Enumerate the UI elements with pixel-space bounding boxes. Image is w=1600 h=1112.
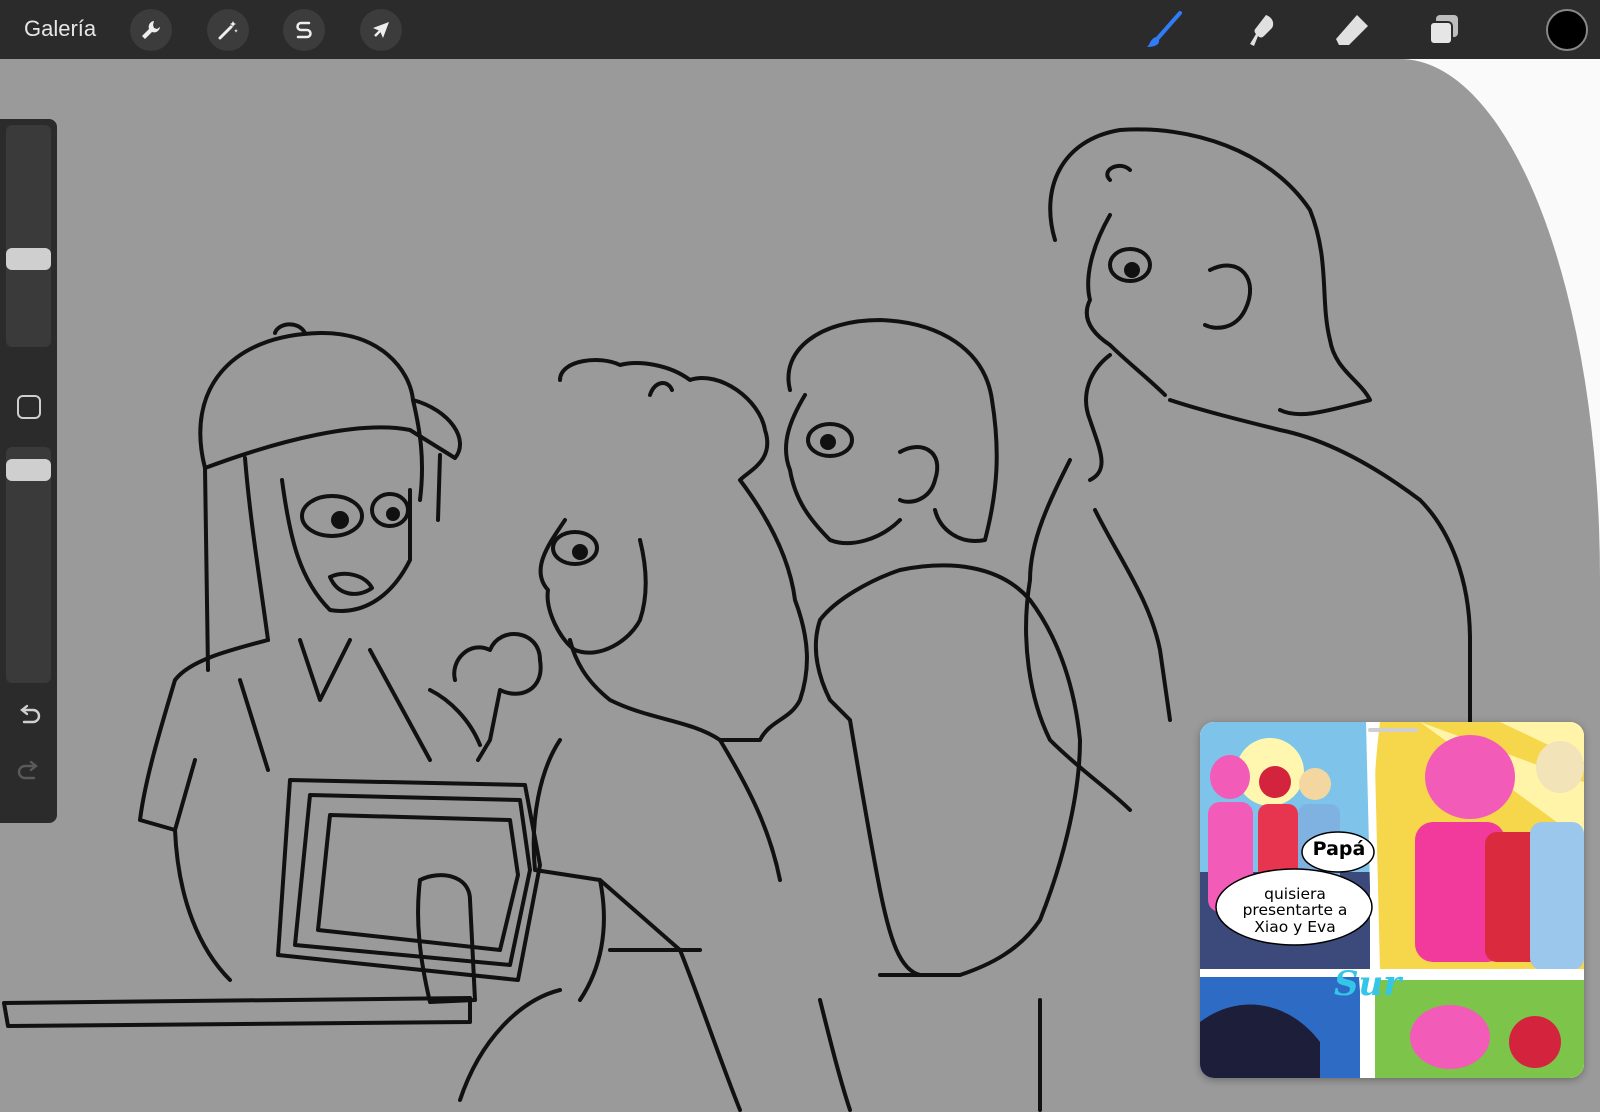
opacity-thumb[interactable] [6, 459, 51, 481]
counter-line [2, 996, 472, 1028]
eraser-tool-button[interactable] [1330, 8, 1374, 52]
adjustments-button[interactable] [207, 9, 249, 51]
selection-button[interactable] [283, 9, 325, 51]
cashier-hand [452, 632, 543, 762]
layers-icon [1429, 15, 1458, 45]
wrench-icon [142, 21, 160, 39]
brush-icon [1147, 11, 1182, 47]
arrow-cursor-icon [373, 22, 389, 38]
reference-window[interactable]: Papá quisiera presentarte a Xiao y Eva S… [1200, 722, 1584, 1078]
man-hair [786, 318, 999, 543]
man-face [783, 393, 902, 546]
transform-button[interactable] [360, 9, 402, 51]
opacity-slider[interactable] [6, 447, 51, 683]
redo-icon[interactable] [16, 759, 42, 785]
modify-square-icon[interactable] [17, 395, 41, 419]
brush-size-thumb[interactable] [6, 248, 51, 270]
speech-bubble-1: Papá [1312, 838, 1366, 860]
left-sidebar [0, 119, 57, 823]
magic-wand-icon [218, 21, 238, 40]
undo-icon[interactable] [16, 703, 42, 729]
layers-button[interactable] [1422, 8, 1466, 52]
brush-tool-button[interactable] [1142, 8, 1186, 52]
brush-size-slider[interactable] [6, 125, 51, 347]
selection-s-icon [296, 21, 312, 39]
top-toolbar: Galería [0, 0, 1600, 59]
color-picker-button[interactable] [1546, 9, 1588, 51]
actions-button[interactable] [130, 9, 172, 51]
eraser-icon [1336, 15, 1368, 45]
smudge-icon [1250, 15, 1274, 46]
gallery-button[interactable]: Galería [24, 16, 96, 42]
man-body [813, 563, 1082, 1112]
speech-bubble-2: quisiera presentarte a Xiao y Eva [1242, 885, 1348, 936]
reference-drag-handle[interactable] [1368, 728, 1418, 732]
smudge-tool-button[interactable] [1238, 8, 1282, 52]
comic-logo: Sur [1334, 964, 1402, 1004]
